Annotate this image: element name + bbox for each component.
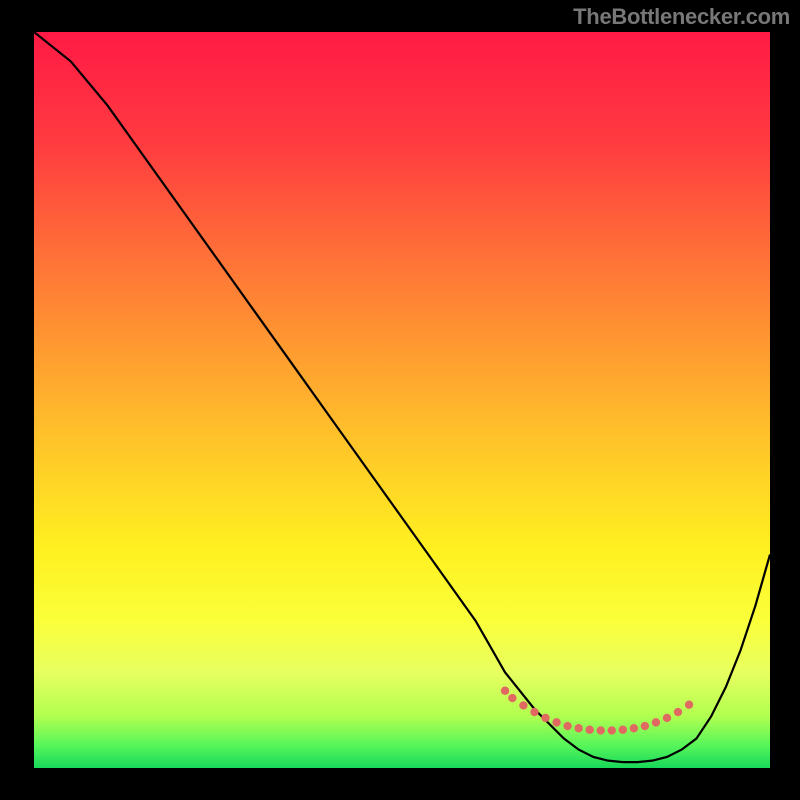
chart-marker-dot — [663, 714, 671, 722]
chart-marker-dot — [652, 718, 660, 726]
chart-marker-dot — [574, 724, 582, 732]
chart-marker-dot — [619, 726, 627, 734]
chart-background-gradient — [34, 32, 770, 768]
chart-marker-dot — [641, 722, 649, 730]
chart-marker-dot — [563, 722, 571, 730]
chart-plot-area — [34, 32, 770, 768]
attribution-text: TheBottlenecker.com — [573, 4, 790, 30]
chart-marker-dot — [585, 726, 593, 734]
chart-marker-dot — [501, 687, 509, 695]
chart-marker-dot — [630, 724, 638, 732]
chart-marker-dot — [685, 701, 693, 709]
chart-svg — [34, 32, 770, 768]
chart-marker-dot — [608, 726, 616, 734]
chart-marker-dot — [552, 718, 560, 726]
chart-marker-dot — [530, 708, 538, 716]
chart-marker-dot — [597, 726, 605, 734]
chart-marker-dot — [674, 708, 682, 716]
chart-marker-dot — [541, 714, 549, 722]
chart-marker-dot — [508, 694, 516, 702]
chart-marker-dot — [519, 701, 527, 709]
